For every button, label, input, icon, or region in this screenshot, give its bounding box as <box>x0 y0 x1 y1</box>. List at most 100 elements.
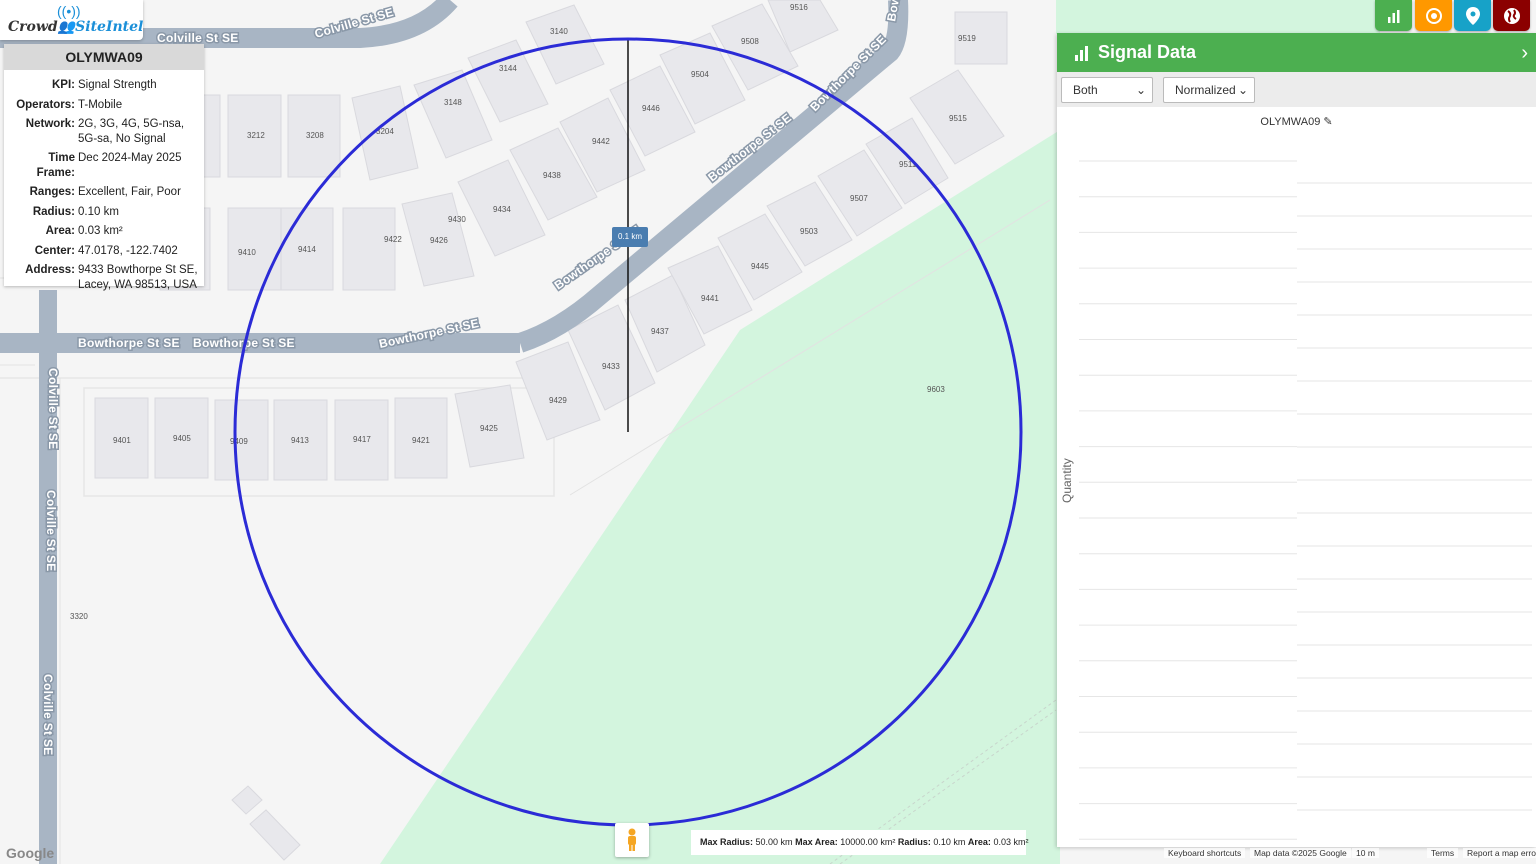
location-pin-icon <box>1465 6 1480 25</box>
chevron-down-icon: ⌄ <box>1135 83 1146 97</box>
crowd-icon: 👥 <box>57 19 76 35</box>
street-label: Colville St SE <box>46 368 60 450</box>
info-value: 0.03 km² <box>78 225 123 237</box>
house-number: 9414 <box>298 245 316 254</box>
house-number: 9519 <box>958 34 976 43</box>
chevron-down-icon: ⌄ <box>1237 83 1248 97</box>
house-number: 9426 <box>430 236 448 245</box>
target-button[interactable] <box>1415 0 1452 31</box>
chart-icon <box>1387 9 1399 23</box>
house-number: 9516 <box>790 3 808 12</box>
terms-link[interactable]: Terms <box>1427 848 1459 858</box>
site-info-panel: OLYMWA09 KPI: Signal Strength Operators: T-… <box>4 44 204 291</box>
house-number: 9421 <box>412 436 430 445</box>
scale-label[interactable]: 10 m <box>1352 848 1379 858</box>
info-value: 2G, 3G, 4G, 5G-nsa, 5G-sa, No Signal <box>78 118 185 145</box>
house-number: 9507 <box>850 194 868 203</box>
house-number: 9430 <box>448 215 466 224</box>
info-key: KPI: <box>52 79 75 91</box>
house-number: 9417 <box>353 435 371 444</box>
info-row: Ranges: Excellent, Fair, Poor <box>8 185 200 200</box>
app-logo[interactable]: ((•)) Crowd👥SiteIntel <box>0 0 143 40</box>
bar-chart-icon <box>1075 45 1088 61</box>
pegman-icon <box>628 828 636 851</box>
house-number: 9401 <box>113 436 131 445</box>
house-number: 9446 <box>642 104 660 113</box>
google-logo[interactable]: Google <box>6 845 54 861</box>
logo-text-left: Crowd <box>8 19 58 35</box>
target-icon <box>1425 7 1442 24</box>
house-number: 9437 <box>651 327 669 336</box>
info-key: Center: <box>34 244 75 257</box>
street-label: Colville St SE <box>157 31 239 45</box>
info-row: Area: 0.03 km² <box>8 224 200 239</box>
info-key: Network: <box>25 118 75 130</box>
scale-select[interactable]: Normalized ⌄ <box>1163 77 1255 103</box>
house-number: 9434 <box>493 205 511 214</box>
info-value: Dec 2024-May 2025 <box>78 152 182 164</box>
house-number: 9438 <box>543 171 561 180</box>
info-key: Operators: <box>16 98 75 111</box>
panel-title: Signal Data <box>1098 42 1197 62</box>
house-number: 3148 <box>444 98 462 107</box>
keyboard-shortcuts-link[interactable]: Keyboard shortcuts <box>1164 848 1246 858</box>
house-number: 9422 <box>384 235 402 244</box>
logo-text-right: SiteIntel <box>75 19 144 35</box>
info-value: T-Mobile <box>78 98 123 111</box>
signal-data-panel: Signal Data › Both ⌄ Normalized ⌄ OLYMWA09… <box>1057 33 1536 847</box>
street-label: Bowthorpe St SE <box>78 336 180 350</box>
info-key: Time Frame: <box>36 152 75 179</box>
street-label: Colville St SE <box>41 674 55 756</box>
info-key: Address: <box>25 264 75 276</box>
house-number: 9409 <box>230 437 248 446</box>
site-title: OLYMWA09 <box>4 44 204 70</box>
house-number: 9410 <box>238 248 256 257</box>
street-label: Colville St SE <box>44 490 58 572</box>
house-number: 9405 <box>173 434 191 443</box>
panel-controls: Both ⌄ Normalized ⌄ <box>1057 72 1536 107</box>
info-row: Time Frame: Dec 2024-May 2025 <box>8 151 200 180</box>
house-number: 3320 <box>70 612 88 621</box>
house-number: 9508 <box>741 37 759 46</box>
info-key: Radius: <box>32 205 75 218</box>
info-row: Center: 47.0178, -122.7402 <box>8 244 200 259</box>
info-row: Address: 9433 Bowthorpe St SE, Lacey, WA … <box>8 263 200 292</box>
radius-stats-bar: Max Radius: 50.00 km Max Area: 10000.00 … <box>691 830 1028 855</box>
radius-measure-label: 0.1 km <box>612 227 648 247</box>
globe-icon <box>1503 7 1520 24</box>
mode-select[interactable]: Both ⌄ <box>1061 77 1153 103</box>
house-number: 9413 <box>291 436 309 445</box>
signal-tower-icon: ((•)) <box>57 3 81 19</box>
house-number: 9515 <box>949 114 967 123</box>
info-value: 9433 Bowthorpe St SE, Lacey, WA 98513, U… <box>78 264 198 291</box>
location-button[interactable] <box>1454 0 1491 31</box>
house-number: 9429 <box>549 396 567 405</box>
map-data-text: Map data ©2025 Google <box>1250 848 1351 858</box>
street-view-pegman[interactable] <box>615 823 649 857</box>
house-number: 9425 <box>480 424 498 433</box>
chart-button[interactable] <box>1375 0 1412 31</box>
house-number: 3212 <box>247 131 265 140</box>
chevron-right-icon[interactable]: › <box>1521 42 1528 65</box>
house-number: 9442 <box>592 137 610 146</box>
house-number: 9503 <box>800 227 818 236</box>
globe-button[interactable] <box>1493 0 1530 31</box>
info-row: Radius: 0.10 km <box>8 205 200 220</box>
info-value: 0.10 km <box>78 205 119 218</box>
info-key: Ranges: <box>29 186 75 198</box>
house-number: 9441 <box>701 294 719 303</box>
info-row: KPI: Signal Strength <box>8 78 200 93</box>
house-number: 3144 <box>499 64 517 73</box>
house-number: 9504 <box>691 70 709 79</box>
report-map-error-link[interactable]: Report a map error <box>1463 848 1536 858</box>
house-number: 9603 <box>927 385 945 394</box>
info-key: Area: <box>45 225 75 237</box>
y-axis-label: Quantity <box>1060 458 1074 503</box>
house-number: 3208 <box>306 131 324 140</box>
chart-gridlines <box>1079 160 1532 840</box>
house-number: 9445 <box>751 262 769 271</box>
info-value: Signal Strength <box>78 79 157 91</box>
panel-header: Signal Data › <box>1057 33 1536 72</box>
info-row: Operators: T-Mobile <box>8 98 200 113</box>
info-row: Network: 2G, 3G, 4G, 5G-nsa, 5G-sa, No Si… <box>8 117 200 146</box>
